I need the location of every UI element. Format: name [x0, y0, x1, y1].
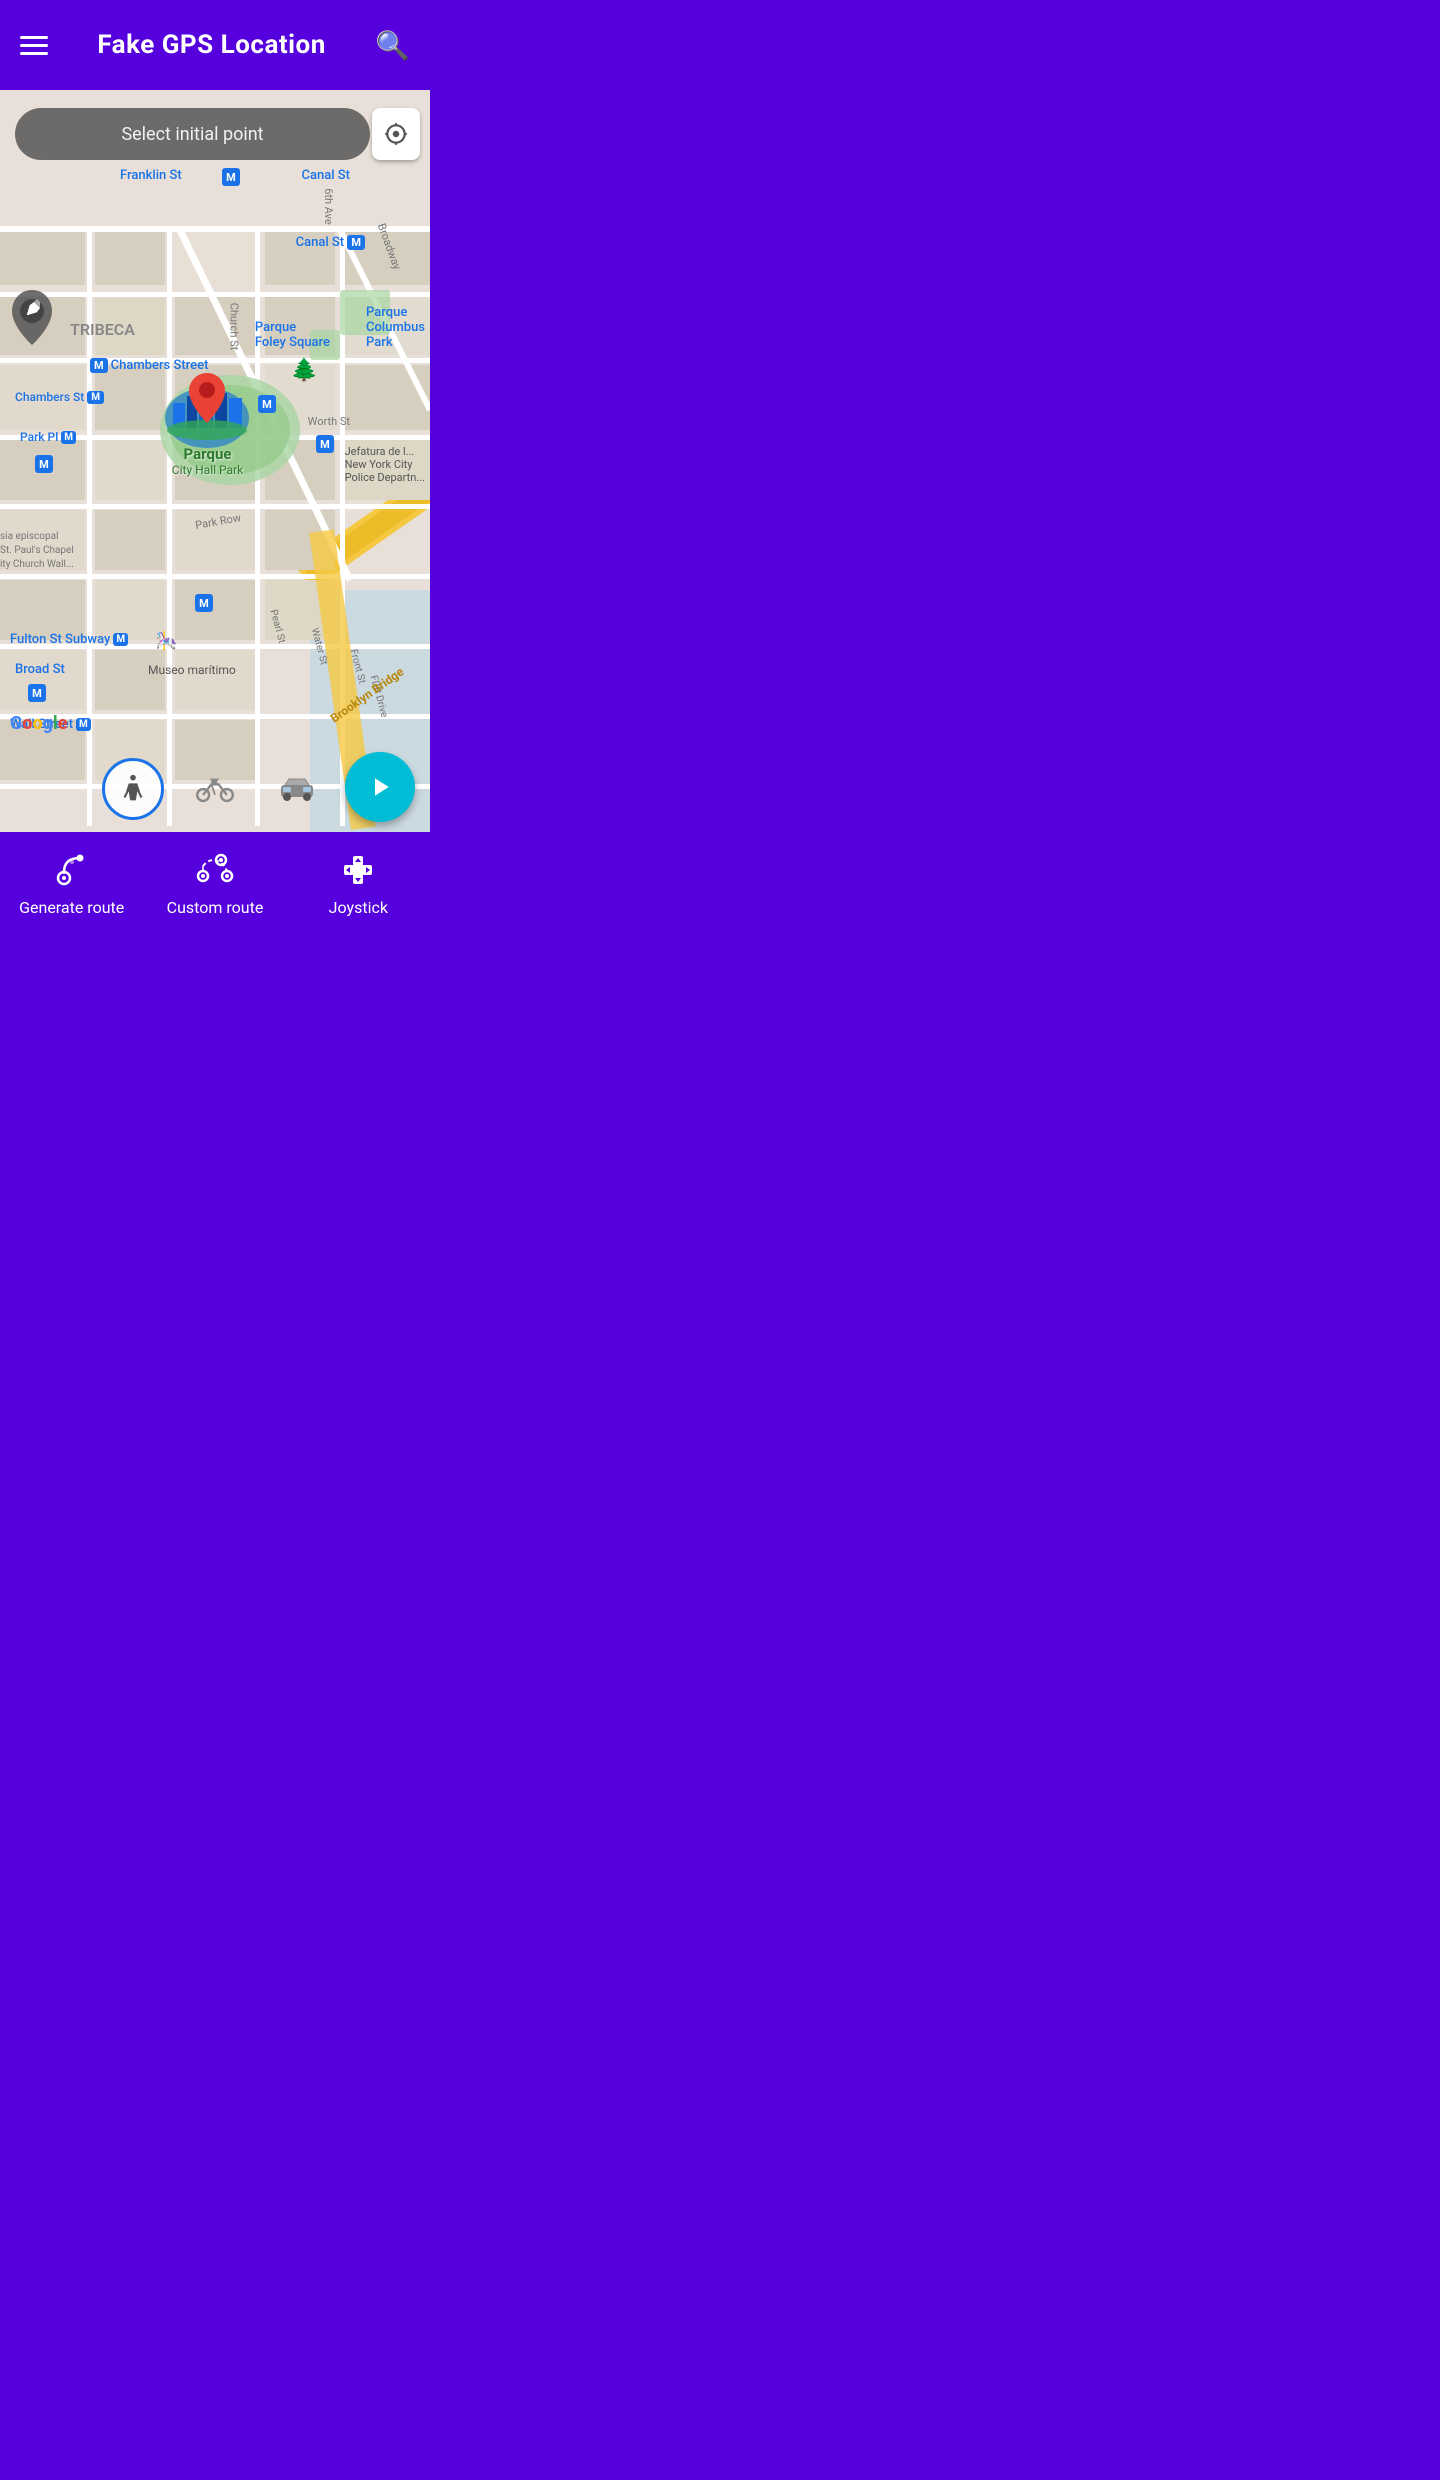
metro-badge-city-hall2: M [316, 435, 334, 453]
chambers-st-left-label: Chambers St M [15, 390, 104, 404]
tree-icon: 🌲 [291, 358, 318, 383]
custom-route-icon [193, 848, 237, 892]
foley-square-label: ParqueFoley Square [255, 320, 330, 350]
locate-button[interactable] [372, 108, 420, 160]
6th-ave-label: 6th Ave [322, 188, 335, 225]
museum-icon: 🎠 [155, 631, 177, 652]
columbus-park-label: ParqueColumbusPark [366, 305, 425, 350]
app-title: Fake GPS Location [97, 30, 325, 60]
joystick-label: Joystick [329, 898, 388, 917]
canal-st-label: Canal St M [296, 235, 365, 250]
edit-pin[interactable] [5, 285, 60, 354]
google-logo: Google [10, 713, 67, 734]
church-st-label: Church St [227, 303, 240, 351]
park-pl-label: Park Pl M [20, 430, 76, 444]
worth-st-label: Worth St [308, 415, 350, 428]
app-header: Fake GPS Location 🔍 [0, 0, 430, 90]
joystick-nav-item[interactable]: Joystick [287, 848, 430, 917]
generate-route-label: Generate route [19, 898, 124, 917]
transport-mode-bar [102, 758, 328, 820]
custom-route-label: Custom route [167, 898, 264, 917]
metro-badge-city-hall: M [258, 395, 276, 413]
canal-st-top-label: Canal St [302, 168, 350, 183]
franklin-st-label: Franklin St [120, 168, 182, 183]
metro-badge-park-pl: M [35, 455, 53, 473]
joystick-icon [336, 848, 380, 892]
tribeca-label: TRIBECA [70, 320, 135, 339]
metro-badge-franklin: M [222, 168, 240, 186]
museo-label: Museo marítimo [148, 663, 236, 677]
park-sublabel: City Hall Park [172, 463, 243, 477]
metro-badge-mid: M [195, 594, 213, 612]
fulton-st-label: Fulton St Subway M [10, 632, 128, 647]
location-pin[interactable]: Parque City Hall Park [165, 368, 250, 477]
play-icon [365, 772, 395, 802]
bike-mode-button[interactable] [184, 758, 246, 820]
search-placeholder: Select initial point [121, 124, 263, 145]
generate-route-nav-item[interactable]: Generate route [0, 848, 143, 917]
car-mode-button[interactable] [266, 758, 328, 820]
jefatura-label: Jefatura de l...New York CityPolice Depa… [345, 445, 425, 484]
metro-badge-broad: M [28, 684, 46, 702]
map-view[interactable]: Select initial point Franklin St M Canal… [0, 90, 430, 832]
generate-route-icon [50, 848, 94, 892]
search-bar[interactable]: Select initial point [15, 108, 370, 160]
play-button[interactable] [345, 752, 415, 822]
broad-st-label: Broad St [15, 662, 65, 677]
target-icon [383, 121, 409, 147]
church-area-labels: sia episcopalSt. Paul's Chapelity Church… [0, 530, 74, 572]
walk-mode-button[interactable] [102, 758, 164, 820]
menu-button[interactable] [20, 36, 48, 55]
custom-route-nav-item[interactable]: Custom route [143, 848, 286, 917]
bottom-nav: Generate route Custom route [0, 832, 430, 932]
search-button[interactable]: 🔍 [375, 29, 410, 62]
